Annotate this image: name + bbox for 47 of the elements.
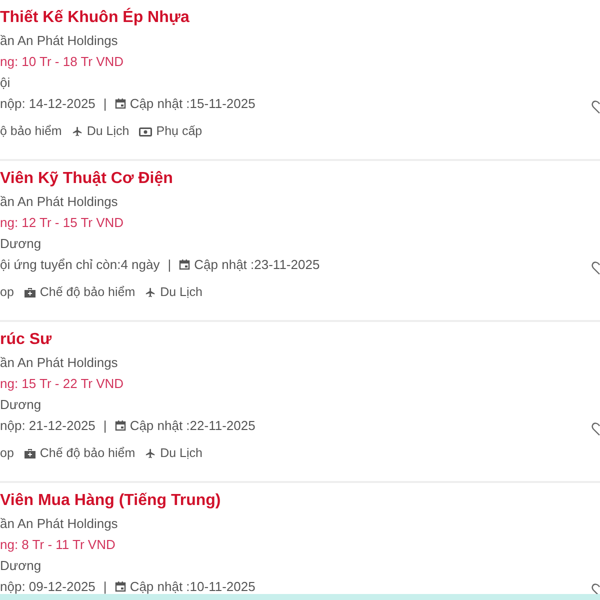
benefit-label: Chế độ bảo hiểm bbox=[40, 284, 136, 302]
salary-text: ng: 15 Tr - 22 Tr VND bbox=[0, 375, 124, 393]
calendar-icon bbox=[114, 581, 126, 592]
plane-icon bbox=[145, 448, 156, 459]
salary-text: ng: 12 Tr - 15 Tr VND bbox=[0, 214, 124, 232]
company-name: ần An Phát Holdings bbox=[0, 515, 118, 533]
job-title[interactable]: Thiết Kế Khuôn Ép Nhựa bbox=[0, 6, 190, 30]
benefit-label: op bbox=[0, 284, 14, 302]
cash-icon bbox=[139, 126, 152, 136]
deadline-text: nộp: 21-12-2025 bbox=[0, 416, 96, 435]
updated-text: Cập nhật :23-11-2025 bbox=[194, 256, 320, 274]
company-name: ần An Phát Holdings bbox=[0, 32, 118, 50]
job-title[interactable]: rúc Sư bbox=[0, 328, 52, 352]
calendar-icon bbox=[114, 420, 126, 431]
medkit-icon bbox=[24, 287, 36, 298]
job-title[interactable]: Viên Kỹ Thuật Cơ Điện bbox=[0, 167, 173, 191]
plane-icon bbox=[145, 287, 156, 298]
salary-text: ng: 10 Tr - 18 Tr VND bbox=[0, 53, 124, 71]
company-name: ần An Phát Holdings bbox=[0, 354, 118, 372]
benefit-label: Du Lịch bbox=[160, 284, 202, 302]
separator-text: | bbox=[103, 578, 107, 594]
medkit-icon bbox=[24, 448, 36, 459]
salary-text: ng: 8 Tr - 11 Tr VND bbox=[0, 536, 116, 554]
updated-text: Cập nhật :15-11-2025 bbox=[130, 94, 256, 113]
updated-text: Cập nhật :10-11-2025 bbox=[130, 578, 256, 594]
separator-text: | bbox=[103, 416, 107, 435]
location-text: ội bbox=[0, 74, 10, 92]
benefit-label: Phụ cấp bbox=[156, 123, 202, 140]
location-text: Dương bbox=[0, 396, 42, 414]
deadline-text: ội ứng tuyển chỉ còn:4 ngày bbox=[0, 256, 160, 274]
location-text: Dương bbox=[0, 235, 42, 253]
calendar-icon bbox=[114, 98, 126, 109]
separator-text: | bbox=[168, 256, 172, 274]
benefit-label: Du Lịch bbox=[86, 123, 130, 140]
benefit-label: Du Lịch bbox=[160, 445, 202, 462]
benefit-label: op bbox=[0, 445, 14, 462]
location-text: Dương bbox=[0, 557, 42, 575]
calendar-icon bbox=[179, 259, 190, 270]
job-title[interactable]: Viên Mua Hàng (Tiếng Trung) bbox=[0, 489, 221, 513]
deadline-text: nộp: 14-12-2025 bbox=[0, 94, 96, 113]
separator-text: | bbox=[103, 94, 107, 113]
plane-icon bbox=[72, 126, 83, 137]
company-name: ần An Phát Holdings bbox=[0, 193, 118, 211]
benefit-label: ộ bảo hiểm bbox=[0, 123, 62, 140]
deadline-text: nộp: 09-12-2025 bbox=[0, 578, 96, 594]
updated-text: Cập nhật :22-11-2025 bbox=[130, 416, 256, 435]
benefit-label: Chế độ bảo hiểm bbox=[40, 445, 136, 462]
